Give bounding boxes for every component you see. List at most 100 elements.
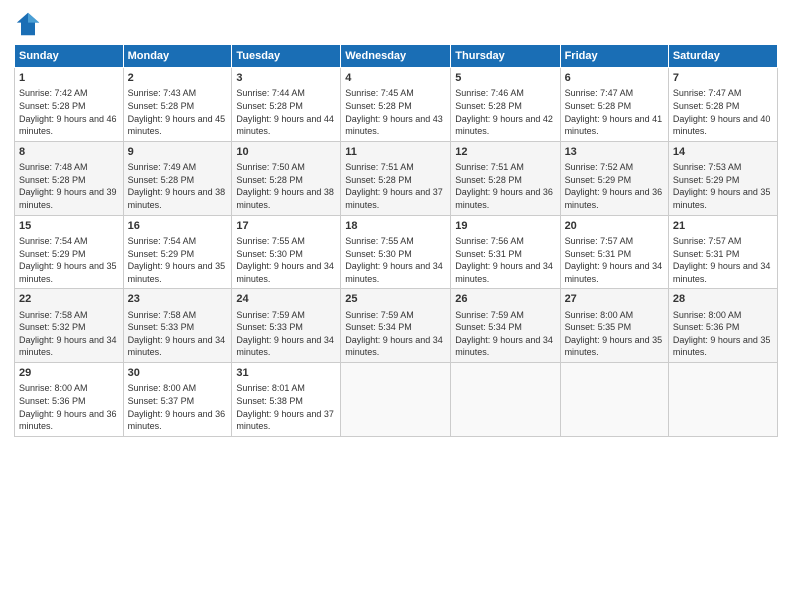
sunrise-label: Sunrise: 7:51 AM	[345, 162, 414, 172]
sunset-label: Sunset: 5:34 PM	[345, 322, 412, 332]
sunset-label: Sunset: 5:37 PM	[128, 396, 195, 406]
sunset-label: Sunset: 5:28 PM	[673, 101, 740, 111]
calendar-cell: 30Sunrise: 8:00 AMSunset: 5:37 PMDayligh…	[123, 363, 232, 437]
calendar-cell: 16Sunrise: 7:54 AMSunset: 5:29 PMDayligh…	[123, 215, 232, 289]
sunset-label: Sunset: 5:28 PM	[455, 101, 522, 111]
calendar-cell: 13Sunrise: 7:52 AMSunset: 5:29 PMDayligh…	[560, 141, 668, 215]
column-header-tuesday: Tuesday	[232, 45, 341, 68]
sunrise-label: Sunrise: 7:45 AM	[345, 88, 414, 98]
calendar-cell: 17Sunrise: 7:55 AMSunset: 5:30 PMDayligh…	[232, 215, 341, 289]
sunrise-label: Sunrise: 7:52 AM	[565, 162, 634, 172]
daylight-label: Daylight: 9 hours and 34 minutes.	[19, 335, 117, 358]
daylight-label: Daylight: 9 hours and 34 minutes.	[455, 335, 553, 358]
week-row-3: 15Sunrise: 7:54 AMSunset: 5:29 PMDayligh…	[15, 215, 778, 289]
sunset-label: Sunset: 5:33 PM	[236, 322, 303, 332]
sunrise-label: Sunrise: 7:57 AM	[673, 236, 742, 246]
calendar-cell: 18Sunrise: 7:55 AMSunset: 5:30 PMDayligh…	[341, 215, 451, 289]
calendar-cell: 19Sunrise: 7:56 AMSunset: 5:31 PMDayligh…	[451, 215, 560, 289]
sunset-label: Sunset: 5:28 PM	[455, 175, 522, 185]
sunrise-label: Sunrise: 7:59 AM	[455, 310, 524, 320]
calendar-cell	[341, 363, 451, 437]
calendar-cell: 1Sunrise: 7:42 AMSunset: 5:28 PMDaylight…	[15, 68, 124, 142]
day-number: 18	[345, 219, 446, 234]
day-number: 20	[565, 219, 664, 234]
calendar-cell: 24Sunrise: 7:59 AMSunset: 5:33 PMDayligh…	[232, 289, 341, 363]
calendar-cell: 5Sunrise: 7:46 AMSunset: 5:28 PMDaylight…	[451, 68, 560, 142]
day-number: 29	[19, 366, 119, 381]
sunrise-label: Sunrise: 7:54 AM	[19, 236, 88, 246]
calendar-cell	[668, 363, 777, 437]
sunset-label: Sunset: 5:29 PM	[128, 249, 195, 259]
week-row-2: 8Sunrise: 7:48 AMSunset: 5:28 PMDaylight…	[15, 141, 778, 215]
sunrise-label: Sunrise: 7:43 AM	[128, 88, 197, 98]
sunset-label: Sunset: 5:30 PM	[236, 249, 303, 259]
calendar-cell: 10Sunrise: 7:50 AMSunset: 5:28 PMDayligh…	[232, 141, 341, 215]
daylight-label: Daylight: 9 hours and 36 minutes.	[19, 409, 117, 432]
sunrise-label: Sunrise: 7:57 AM	[565, 236, 634, 246]
daylight-label: Daylight: 9 hours and 34 minutes.	[345, 335, 443, 358]
calendar-cell: 21Sunrise: 7:57 AMSunset: 5:31 PMDayligh…	[668, 215, 777, 289]
calendar-cell: 6Sunrise: 7:47 AMSunset: 5:28 PMDaylight…	[560, 68, 668, 142]
sunset-label: Sunset: 5:28 PM	[345, 175, 412, 185]
day-number: 16	[128, 219, 228, 234]
sunrise-label: Sunrise: 7:47 AM	[565, 88, 634, 98]
sunset-label: Sunset: 5:28 PM	[128, 101, 195, 111]
calendar-cell: 9Sunrise: 7:49 AMSunset: 5:28 PMDaylight…	[123, 141, 232, 215]
calendar-cell: 4Sunrise: 7:45 AMSunset: 5:28 PMDaylight…	[341, 68, 451, 142]
calendar-cell: 27Sunrise: 8:00 AMSunset: 5:35 PMDayligh…	[560, 289, 668, 363]
day-number: 12	[455, 145, 555, 160]
daylight-label: Daylight: 9 hours and 38 minutes.	[236, 187, 334, 210]
calendar-cell: 3Sunrise: 7:44 AMSunset: 5:28 PMDaylight…	[232, 68, 341, 142]
sunset-label: Sunset: 5:29 PM	[19, 249, 86, 259]
day-number: 27	[565, 292, 664, 307]
day-number: 17	[236, 219, 336, 234]
sunset-label: Sunset: 5:30 PM	[345, 249, 412, 259]
calendar-cell: 22 Sunrise: 7:58 AM Sunset: 5:32 PM Dayligh…	[15, 289, 124, 363]
daylight-label: Daylight: 9 hours and 37 minutes.	[345, 187, 443, 210]
calendar-cell: 29Sunrise: 8:00 AMSunset: 5:36 PMDayligh…	[15, 363, 124, 437]
sunrise-label: Sunrise: 7:51 AM	[455, 162, 524, 172]
week-row-4: 22 Sunrise: 7:58 AM Sunset: 5:32 PM Dayligh…	[15, 289, 778, 363]
column-header-monday: Monday	[123, 45, 232, 68]
column-header-sunday: Sunday	[15, 45, 124, 68]
day-number: 25	[345, 292, 446, 307]
day-number: 9	[128, 145, 228, 160]
day-number: 5	[455, 71, 555, 86]
logo-icon	[14, 10, 42, 38]
day-number: 31	[236, 366, 336, 381]
sunrise-label: Sunrise: 8:00 AM	[673, 310, 742, 320]
calendar-cell: 31Sunrise: 8:01 AMSunset: 5:38 PMDayligh…	[232, 363, 341, 437]
calendar-header-row: SundayMondayTuesdayWednesdayThursdayFrid…	[15, 45, 778, 68]
sunset-label: Sunset: 5:31 PM	[565, 249, 632, 259]
calendar-cell: 26Sunrise: 7:59 AMSunset: 5:34 PMDayligh…	[451, 289, 560, 363]
column-header-friday: Friday	[560, 45, 668, 68]
calendar-cell: 2Sunrise: 7:43 AMSunset: 5:28 PMDaylight…	[123, 68, 232, 142]
day-number: 22	[19, 292, 119, 307]
daylight-label: Daylight: 9 hours and 35 minutes.	[128, 261, 226, 284]
column-header-saturday: Saturday	[668, 45, 777, 68]
day-number: 7	[673, 71, 773, 86]
sunrise-label: Sunrise: 7:55 AM	[345, 236, 414, 246]
daylight-label: Daylight: 9 hours and 34 minutes.	[455, 261, 553, 284]
day-number: 21	[673, 219, 773, 234]
sunrise-label: Sunrise: 8:00 AM	[128, 383, 197, 393]
sunrise-label: Sunrise: 7:42 AM	[19, 88, 88, 98]
sunrise-label: Sunrise: 7:58 AM	[19, 310, 88, 320]
daylight-label: Daylight: 9 hours and 37 minutes.	[236, 409, 334, 432]
daylight-label: Daylight: 9 hours and 35 minutes.	[673, 335, 771, 358]
daylight-label: Daylight: 9 hours and 41 minutes.	[565, 114, 663, 137]
sunset-label: Sunset: 5:34 PM	[455, 322, 522, 332]
daylight-label: Daylight: 9 hours and 34 minutes.	[236, 335, 334, 358]
daylight-label: Daylight: 9 hours and 36 minutes.	[128, 409, 226, 432]
sunrise-label: Sunrise: 8:01 AM	[236, 383, 305, 393]
sunrise-label: Sunrise: 7:50 AM	[236, 162, 305, 172]
calendar-cell: 20Sunrise: 7:57 AMSunset: 5:31 PMDayligh…	[560, 215, 668, 289]
calendar-cell	[560, 363, 668, 437]
sunset-label: Sunset: 5:32 PM	[19, 322, 86, 332]
day-number: 4	[345, 71, 446, 86]
daylight-label: Daylight: 9 hours and 34 minutes.	[236, 261, 334, 284]
daylight-label: Daylight: 9 hours and 42 minutes.	[455, 114, 553, 137]
sunset-label: Sunset: 5:28 PM	[19, 101, 86, 111]
sunset-label: Sunset: 5:36 PM	[673, 322, 740, 332]
daylight-label: Daylight: 9 hours and 45 minutes.	[128, 114, 226, 137]
